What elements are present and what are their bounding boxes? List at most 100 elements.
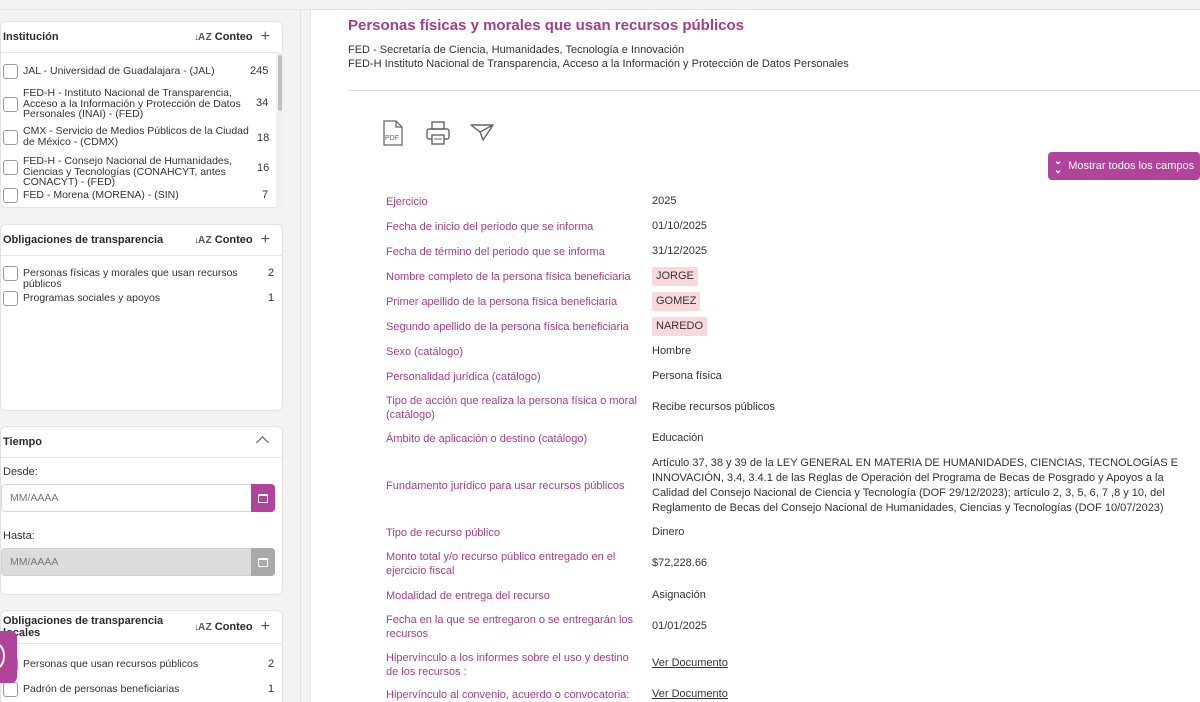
sort-label: Conteo [214,621,253,633]
hasta-field [1,548,275,576]
sort-button[interactable]: ↓A Z Conteo [194,31,253,43]
checkbox[interactable] [3,64,18,79]
facet-label: Personas que usan recursos públicos [23,658,199,670]
desde-label: Desde: [3,466,38,478]
facet-title: Institución [3,31,59,43]
record-detail: Personas físicas y morales que usan recu… [310,10,1200,702]
field-label: Fundamento jurídico para usar recursos p… [386,480,625,492]
field-value-highlighted: NAREDO [652,317,708,336]
calendar-icon [258,557,268,567]
field-label: Fecha de término del periodo que se info… [386,246,605,258]
sort-label: Conteo [214,31,253,43]
field-label: Ejercicio [386,196,428,208]
facet-title-line-1: Obligaciones de transparencia [3,615,164,627]
top-bar [0,0,1200,10]
facet-panel-institucion: Institución ↓A Z Conteo + JAL - Universi… [0,21,283,208]
field-label: Ámbito de aplicación o destino (catálogo… [386,433,588,445]
hasta-input[interactable] [2,549,242,575]
calendar-icon [258,493,268,503]
sort-icon: ↓A Z [194,621,212,633]
field-value: Asignación [652,589,706,601]
facet-panel-obligaciones: Obligaciones de transparencia ↓A Z Conte… [0,224,283,411]
desde-input[interactable] [2,485,242,511]
field-label: Tipo de acción que realiza la persona fí… [386,395,637,421]
field-value-highlighted: JORGE [652,267,698,286]
time-filter-panel: Tiempo Desde: Hasta: [0,426,283,595]
sort-icon: ↓A Z [194,31,212,43]
desde-calendar-button[interactable] [251,484,275,512]
facet-count: 245 [250,65,269,77]
field-value-highlighted: GOMEZ [652,292,701,311]
facet-title: Obligaciones de transparencia [3,234,164,246]
checkbox[interactable] [3,291,18,306]
expand-plus-icon[interactable]: + [261,232,270,248]
checkbox[interactable] [3,130,18,145]
pdf-download-icon[interactable]: PDF [381,120,405,152]
print-icon[interactable] [425,120,451,151]
expand-plus-icon[interactable]: + [261,619,270,635]
ver-documento-link[interactable]: Ver Documento [652,687,1182,702]
expand-plus-icon[interactable]: + [261,29,270,45]
accessibility-button[interactable] [0,631,17,683]
field-value: $72,228.66 [652,557,708,569]
field-label: Sexo (catálogo) [386,346,464,358]
facet-label: Programas sociales y apoyos [23,292,161,304]
facet-header: Institución ↓A Z Conteo + [1,22,282,53]
facet-header: Obligaciones de transparencia locales ↓A… [1,611,282,644]
facet-item[interactable]: Padrón de personas beneficiarias 1 [1,681,282,697]
field-label: Modalidad de entrega del recurso [386,590,550,602]
subject-obligated: FED - Secretaría de Ciencia, Humanidades… [348,44,685,56]
facet-label: Padrón de personas beneficiarias [23,683,180,695]
field-value: Dinero [652,526,685,538]
vertical-divider [300,10,301,702]
double-chevron-down-icon: ⌄ ⌄ [1053,156,1063,176]
ver-documento-link[interactable]: Ver Documento [652,656,1182,671]
facet-label: FED-H - Consejo Nacional de Humanidades,… [23,155,232,188]
scrollbar-thumb[interactable] [278,55,282,111]
facet-panel-obligaciones-locales: Obligaciones de transparencia locales ↓A… [0,610,283,702]
pdf-icon-text: PDF [385,135,399,142]
checkbox[interactable] [3,160,18,175]
facet-count: 16 [257,162,270,174]
send-icon[interactable] [469,120,495,151]
field-value: Recibe recursos públicos [652,401,775,413]
facet-item[interactable]: FED - Morena (MORENA) - (SIN) 7 [1,187,282,203]
field-value: Artículo 37, 38 y 39 de la LEY GENERAL E… [652,457,1178,514]
facet-item[interactable]: JAL - Universidad de Guadalajara - (JAL)… [1,63,282,79]
checkbox[interactable] [3,97,18,112]
checkbox[interactable] [3,266,18,281]
hasta-label: Hasta: [3,530,35,542]
facet-item[interactable]: FED-H - Instituto Nacional de Transparen… [1,87,282,121]
facet-count: 2 [268,267,275,279]
facet-count: 18 [257,132,270,144]
hasta-calendar-button[interactable] [251,548,275,576]
checkbox[interactable] [3,188,18,203]
facet-item[interactable]: CMX - Servicio de Medios Públicos de la … [1,126,282,150]
facet-item[interactable]: Programas sociales y apoyos 1 [1,290,282,306]
show-all-label: Mostrar todos los campos [1068,160,1195,172]
facet-header: Obligaciones de transparencia ↓A Z Conte… [1,225,282,256]
facet-count: 2 [268,658,275,670]
field-value: 2025 [652,195,677,207]
field-label: Fecha de inicio del periodo que se infor… [386,221,594,233]
facet-item[interactable]: Personas físicas y morales que usan recu… [1,265,282,289]
facet-item[interactable]: FED-H - Consejo Nacional de Humanidades,… [1,156,282,187]
sort-button[interactable]: ↓A Z Conteo [194,621,253,633]
sort-button[interactable]: ↓A Z Conteo [194,234,253,246]
field-value: 01/01/2025 [652,620,708,632]
show-all-fields-button[interactable]: ⌄ ⌄ Mostrar todos los campos [1048,152,1200,180]
facet-item[interactable]: Personas que usan recursos públicos 2 [1,656,282,672]
facet-title: Obligaciones de transparencia locales [3,615,194,639]
sort-icon: ↓A Z [194,234,212,246]
sort-label: Conteo [214,234,253,246]
field-label: Fecha en la que se entregaron o se entre… [386,614,634,640]
facet-label: FED-H - Instituto Nacional de Transparen… [23,87,241,120]
facet-label: JAL - Universidad de Guadalajara - (JAL) [23,65,215,77]
time-filter-header[interactable]: Tiempo [1,427,282,458]
facet-count: 1 [268,292,275,304]
desde-field [1,484,275,512]
divider [348,90,1200,91]
field-label: Hipervínculo a los informes sobre el uso… [386,652,629,678]
field-label: Segundo apellido de la persona física be… [386,321,629,333]
checkbox[interactable] [3,682,18,697]
